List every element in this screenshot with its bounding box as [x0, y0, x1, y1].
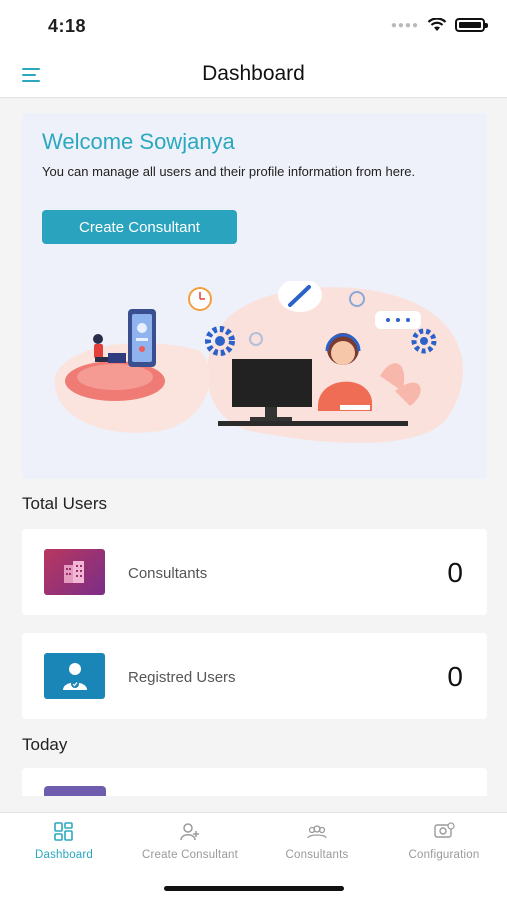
tab-create-consultant[interactable]: Create Consultant [127, 821, 253, 861]
status-icons: ●●●● [390, 18, 488, 32]
welcome-card: Welcome Sowjanya You can manage all user… [22, 113, 487, 479]
status-bar: 4:18 ●●●● [0, 0, 507, 52]
welcome-title: Welcome Sowjanya [42, 129, 235, 154]
welcome-description: You can manage all users and their profi… [42, 164, 416, 179]
wifi-icon [427, 18, 447, 31]
home-indicator [164, 886, 344, 891]
group-icon [307, 825, 327, 839]
add-user-icon [180, 823, 199, 841]
today-card[interactable] [22, 768, 487, 796]
nav-bar: Dashboard [0, 52, 507, 98]
support-illustration [54, 281, 463, 443]
building-icon [44, 549, 105, 595]
total-users-heading: Total Users [22, 494, 108, 513]
tab-configuration[interactable]: Configuration [381, 821, 507, 861]
config-icon [434, 822, 455, 838]
tab-consultants-label: Consultants [285, 849, 349, 861]
signal-icon: ●●●● [390, 19, 419, 31]
battery-icon [455, 18, 488, 32]
create-consultant-button[interactable]: Create Consultant [42, 210, 237, 244]
tab-create-consultant-label: Create Consultant [141, 849, 239, 861]
tab-configuration-label: Configuration [408, 849, 480, 861]
registered-users-label: Registred Users [128, 669, 236, 686]
tab-dashboard[interactable]: Dashboard [1, 821, 127, 861]
tab-consultants[interactable]: Consultants [254, 821, 380, 861]
consultants-card[interactable]: Consultants 0 [22, 529, 487, 615]
tab-dashboard-label: Dashboard [34, 849, 94, 861]
tab-bar: Dashboard Create Consultant Consultants … [0, 812, 507, 900]
page-title: Dashboard [202, 62, 305, 85]
status-time: 4:18 [48, 16, 87, 36]
today-heading: Today [22, 735, 68, 754]
today-card-icon [44, 786, 106, 796]
registered-users-card[interactable]: Registred Users 0 [22, 633, 487, 719]
user-badge-icon [44, 653, 105, 699]
consultants-label: Consultants [128, 565, 208, 582]
consultants-count: 0 [447, 557, 463, 588]
grid-icon [54, 822, 73, 841]
registered-users-count: 0 [447, 661, 463, 692]
